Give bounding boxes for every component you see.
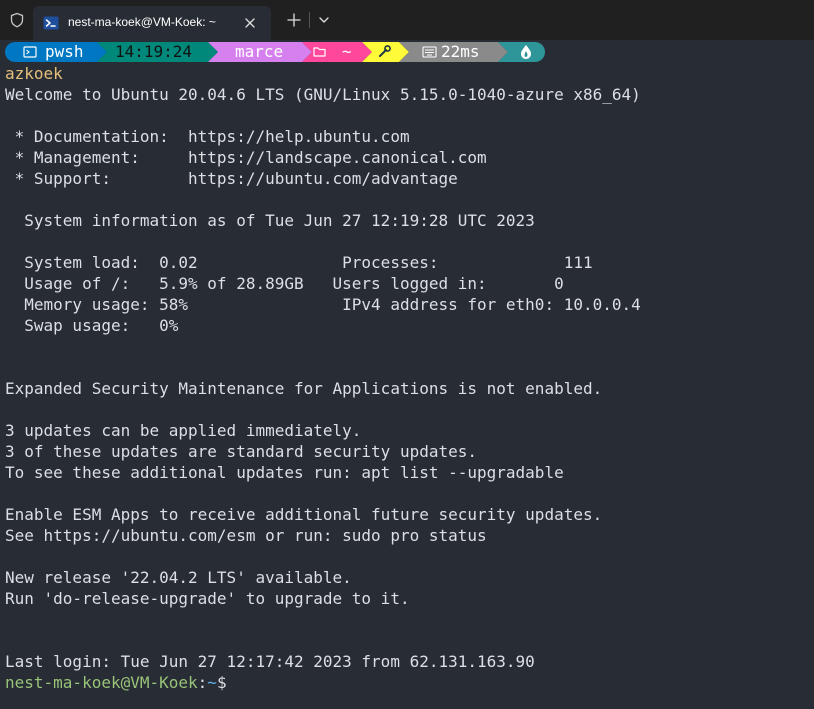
terminal-line: * Support: https://ubuntu.com/advantage: [5, 169, 458, 188]
prompt-user: marce: [235, 42, 284, 61]
terminal-line: 3 of these updates are standard security…: [5, 442, 478, 461]
chevron-down-icon[interactable]: [316, 12, 332, 28]
terminal-line: See https://ubuntu.com/esm or run: sudo …: [5, 526, 487, 545]
shell-prompt-line[interactable]: nest-ma-koek@VM-Koek:~$: [5, 672, 810, 693]
tab-terminal[interactable]: nest-ma-koek@VM-Koek: ~: [33, 6, 271, 40]
terminal-line: New release '22.04.2 LTS' available.: [5, 568, 352, 587]
shield-icon[interactable]: [9, 12, 25, 28]
terminal-line: System information as of Tue Jun 27 12:1…: [5, 211, 535, 230]
prompt-duration: 22ms: [441, 42, 480, 61]
tab-divider: [309, 12, 310, 28]
terminal-line: Enable ESM Apps to receive additional fu…: [5, 505, 603, 524]
terminal-line: Run 'do-release-upgrade' to upgrade to i…: [5, 589, 410, 608]
terminal-line: Expanded Security Maintenance for Applic…: [5, 379, 603, 398]
prompt-symbol: $: [216, 673, 227, 692]
terminal-line: 3 updates can be applied immediately.: [5, 421, 362, 440]
terminal-line: Swap usage: 0%: [5, 316, 179, 335]
prompt-shell: pwsh: [45, 42, 84, 61]
terminal-line: * Documentation: https://help.ubuntu.com: [5, 127, 410, 146]
terminal-line: To see these additional updates run: apt…: [5, 463, 564, 482]
terminal-line: Memory usage: 58% IPv4 address for eth0:…: [5, 295, 641, 314]
prompt-time: 14:19:24: [115, 42, 193, 61]
terminal-line: Last login: Tue Jun 27 12:17:42 2023 fro…: [5, 652, 535, 671]
terminal-output[interactable]: azkoek Welcome to Ubuntu 20.04.6 LTS (GN…: [5, 63, 810, 693]
terminal-line: azkoek: [5, 64, 63, 83]
prompt-bar: pwsh 14:19:24 marce ~ 22ms: [5, 42, 550, 62]
terminal-line: Welcome to Ubuntu 20.04.6 LTS (GNU/Linux…: [5, 85, 641, 104]
prompt-cwd: ~: [207, 673, 217, 692]
segment-path-bg: [302, 42, 372, 62]
title-bar: nest-ma-koek@VM-Koek: ~: [0, 0, 814, 40]
new-tab-button[interactable]: [284, 10, 304, 30]
prompt-user-host: nest-ma-koek@VM-Koek: [5, 673, 198, 692]
terminal-line: * Management: https://landscape.canonica…: [5, 148, 487, 167]
prompt-separator: :: [197, 673, 208, 692]
powershell-icon: [43, 16, 59, 30]
tab-title: nest-ma-koek@VM-Koek: ~: [68, 15, 216, 29]
prompt-path: ~: [342, 42, 352, 61]
terminal-line: Usage of /: 5.9% of 28.89GB Users logged…: [5, 274, 564, 293]
close-icon[interactable]: [241, 14, 259, 32]
terminal-line: System load: 0.02 Processes: 111: [5, 253, 593, 272]
